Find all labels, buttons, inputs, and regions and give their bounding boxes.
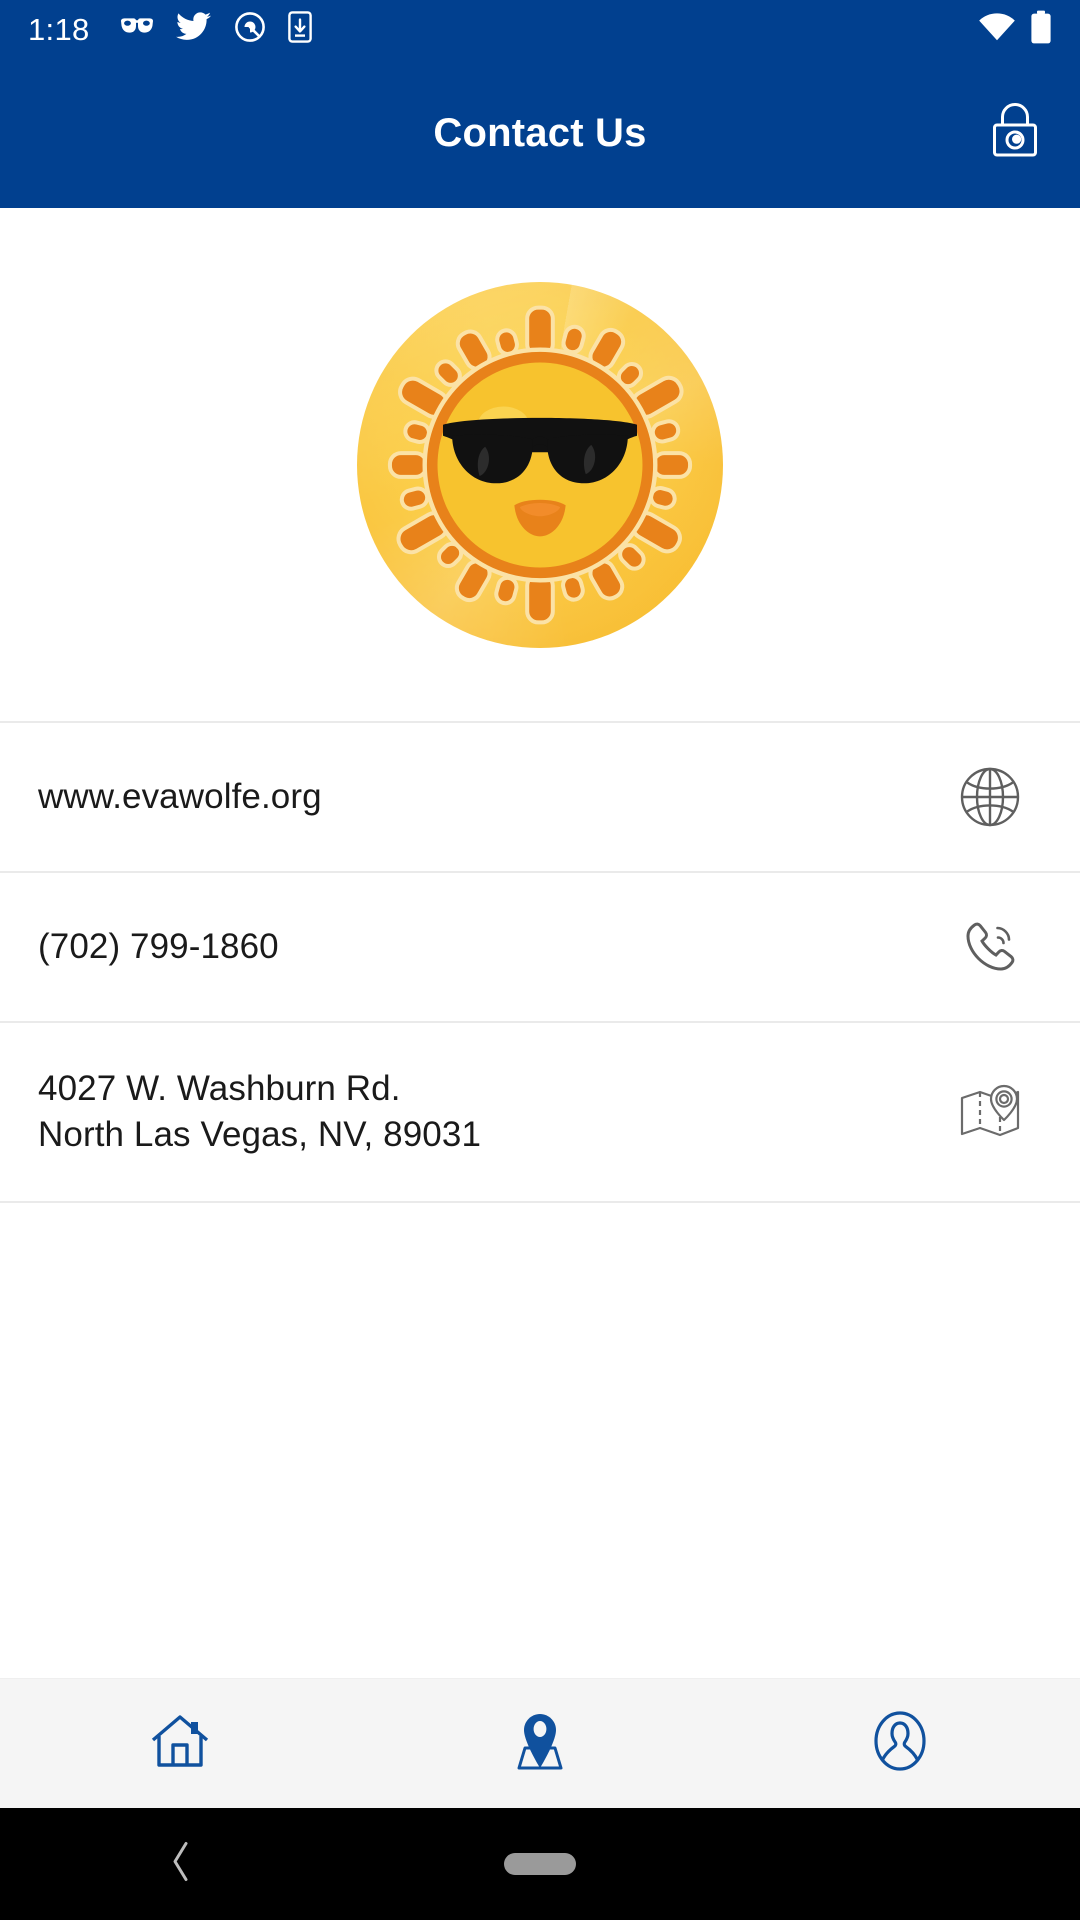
address-line-1: 4027 W. Washburn Rd. xyxy=(38,1068,401,1108)
app-bar: Contact Us xyxy=(0,58,1080,208)
address-line-2: North Las Vegas, NV, 89031 xyxy=(38,1115,482,1154)
circle-slash-icon xyxy=(234,11,266,48)
android-navigation-bar xyxy=(0,1808,1080,1920)
status-notification-icons xyxy=(120,10,312,48)
address-text: 4027 W. Washburn Rd. North Las Vegas, NV… xyxy=(38,1066,944,1158)
sunglasses-icon xyxy=(120,17,154,42)
nav-map[interactable] xyxy=(360,1679,720,1808)
empty-space xyxy=(0,1203,1080,1678)
phone-text: (702) 799-1860 xyxy=(38,926,279,966)
home-icon xyxy=(149,1711,211,1776)
back-chevron-icon[interactable] xyxy=(168,1839,194,1890)
address-row[interactable]: 4027 W. Washburn Rd. North Las Vegas, NV… xyxy=(0,1021,1080,1203)
globe-icon xyxy=(944,766,1036,828)
nav-profile[interactable] xyxy=(720,1679,1080,1808)
status-time: 1:18 xyxy=(28,11,90,47)
wifi-icon xyxy=(978,12,1016,47)
sun-illustration xyxy=(387,305,693,624)
twitter-icon xyxy=(175,11,212,47)
website-text: www.evawolfe.org xyxy=(38,776,322,816)
status-system-icons xyxy=(978,10,1052,49)
lock-icon xyxy=(989,101,1041,166)
logo-section xyxy=(0,208,1080,721)
home-pill-indicator[interactable] xyxy=(504,1853,576,1875)
person-icon xyxy=(871,1710,929,1777)
content-area: www.evawolfe.org (702) 799-1860 4027 W. … xyxy=(0,208,1080,1678)
map-pin-icon xyxy=(944,1082,1036,1142)
bottom-navigation xyxy=(0,1678,1080,1808)
battery-icon xyxy=(1030,10,1052,49)
map-location-icon xyxy=(509,1710,571,1777)
website-row[interactable]: www.evawolfe.org xyxy=(0,721,1080,871)
status-bar: 1:18 xyxy=(0,0,1080,58)
phone-screen: 1:18 Contact Us www.evawolfe.org (702) 7… xyxy=(0,0,1080,1920)
sun-with-sunglasses-logo xyxy=(357,281,723,648)
phone-download-icon xyxy=(287,10,312,48)
phone-call-icon xyxy=(944,915,1036,979)
nav-home[interactable] xyxy=(0,1679,360,1808)
phone-row[interactable]: (702) 799-1860 xyxy=(0,871,1080,1021)
page-title: Contact Us xyxy=(433,110,647,155)
contact-rows: www.evawolfe.org (702) 799-1860 4027 W. … xyxy=(0,721,1080,1203)
lock-button[interactable] xyxy=(972,90,1058,176)
